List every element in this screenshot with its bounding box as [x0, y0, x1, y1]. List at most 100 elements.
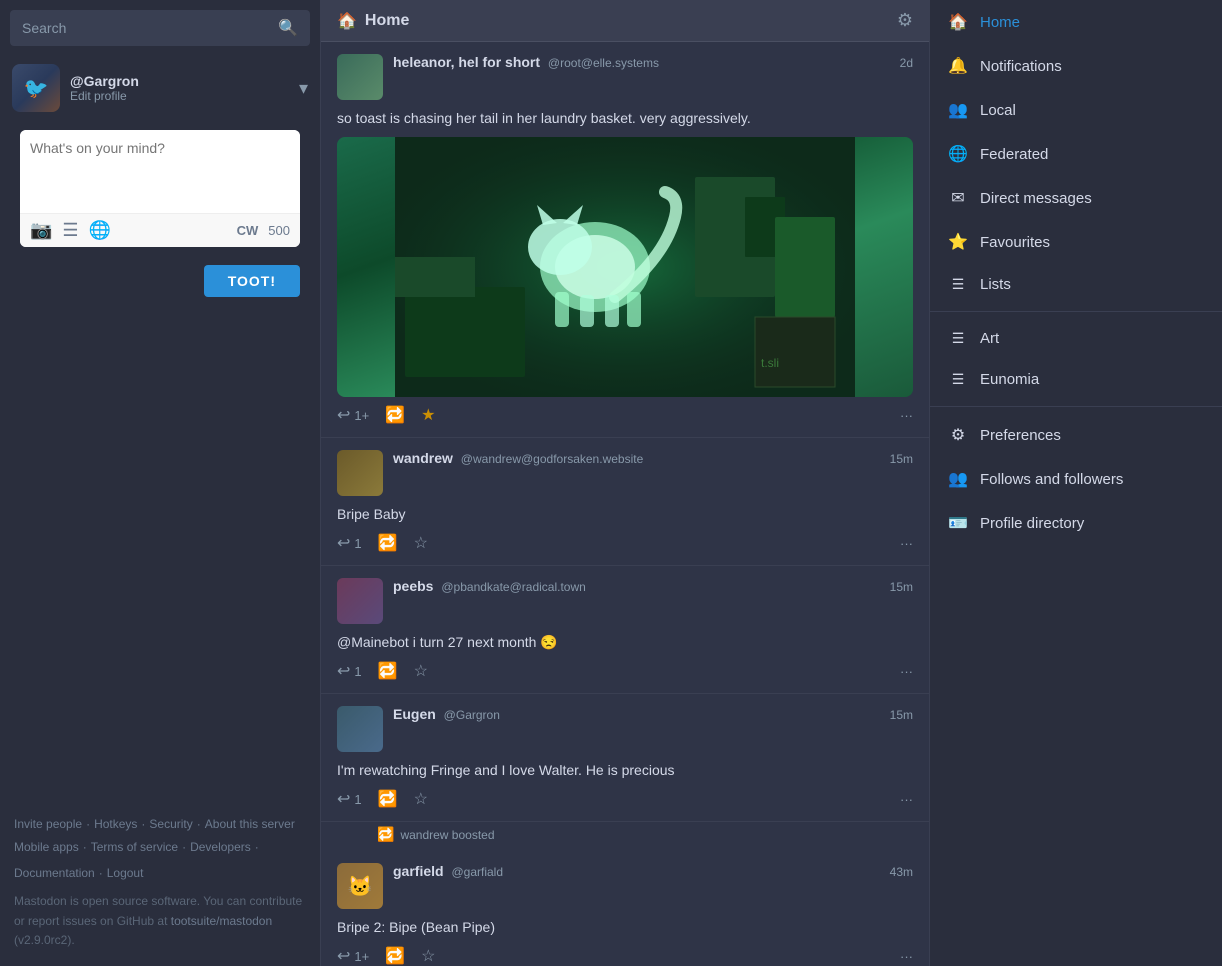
sidebar-item-eunomia[interactable]: ☰ Eunomia [930, 359, 1222, 400]
sidebar-item-home[interactable]: 🏠 Home [930, 0, 1222, 44]
boost-button[interactable]: 🔁 [378, 533, 398, 553]
globe-icon[interactable]: 🌐 [89, 220, 111, 241]
chevron-down-icon[interactable]: ▾ [299, 78, 308, 99]
more-button[interactable]: ··· [900, 949, 913, 964]
post-author-name: Eugen [393, 706, 436, 722]
table-row: Eugen @Gargron 15m I'm rewatching Fringe… [321, 694, 929, 822]
ellipsis-icon: ··· [900, 949, 913, 964]
compose-textarea[interactable] [20, 130, 300, 210]
developers-link[interactable]: Developers [190, 837, 251, 859]
post-header: 🐱 garfield @garfiald 43m [337, 863, 913, 909]
table-row: heleanor, hel for short @root@elle.syste… [321, 42, 929, 438]
table-row: wandrew @wandrew@godforsaken.website 15m… [321, 438, 929, 566]
reply-count: 1 [354, 664, 361, 679]
art-list-icon: ☰ [948, 330, 968, 347]
documentation-link[interactable]: Documentation [14, 863, 95, 885]
more-button[interactable]: ··· [900, 408, 913, 423]
boost-icon: 🔁 [378, 533, 398, 553]
boost-icon: 🔁 [378, 789, 398, 809]
reply-count: 1+ [354, 949, 369, 964]
invite-people-link[interactable]: Invite people [14, 814, 82, 836]
nav-divider [930, 311, 1222, 312]
post-meta: garfield @garfiald 43m [393, 863, 913, 879]
boost-button[interactable]: 🔁 [378, 789, 398, 809]
mail-icon: ✉ [948, 188, 968, 208]
post-actions: ↩ 1+ 🔁 ★ ··· [337, 405, 913, 425]
post-time: 15m [890, 452, 913, 466]
sidebar-item-label: Favourites [980, 234, 1050, 251]
left-sidebar: 🔍 🐦 @Gargron Edit profile ▾ 📷 ☰ 🌐 CW 500… [0, 0, 320, 966]
sidebar-item-label: Local [980, 102, 1016, 119]
post-header: Eugen @Gargron 15m [337, 706, 913, 752]
avatar: 🐦 [12, 64, 60, 112]
search-bar[interactable]: 🔍 [10, 10, 310, 46]
star-icon: ★ [421, 405, 435, 425]
reply-button[interactable]: ↩ 1+ [337, 405, 369, 425]
hotkeys-link[interactable]: Hotkeys [94, 814, 137, 836]
post-header: heleanor, hel for short @root@elle.syste… [337, 54, 913, 100]
more-button[interactable]: ··· [900, 664, 913, 679]
content-warning-button[interactable]: CW [237, 223, 259, 238]
home-icon: 🏠 [337, 11, 357, 31]
eunomia-list-icon: ☰ [948, 371, 968, 388]
sidebar-item-art[interactable]: ☰ Art [930, 318, 1222, 359]
sidebar-item-follows-followers[interactable]: 👥 Follows and followers [930, 457, 1222, 501]
footer-text: Mastodon is open source software. You ca… [14, 892, 306, 950]
post-meta: Eugen @Gargron 15m [393, 706, 913, 722]
sidebar-item-label: Follows and followers [980, 471, 1123, 488]
about-server-link[interactable]: About this server [205, 814, 295, 836]
edit-profile-link[interactable]: Edit profile [70, 89, 289, 103]
post-actions: ↩ 1 🔁 ☆ ··· [337, 533, 913, 553]
favourite-button[interactable]: ☆ [414, 533, 428, 553]
terms-link[interactable]: Terms of service [91, 837, 178, 859]
search-icon: 🔍 [278, 18, 298, 38]
char-counter: 500 [268, 223, 290, 238]
footer-links: Invite people · Hotkeys · Security · Abo… [14, 814, 306, 836]
security-link[interactable]: Security [149, 814, 192, 836]
post-meta: peebs @pbandkate@radical.town 15m [393, 578, 913, 594]
svg-text:t.sli: t.sli [761, 356, 779, 370]
github-link[interactable]: tootsuite/mastodon [171, 914, 272, 928]
sidebar-item-federated[interactable]: 🌐 Federated [930, 132, 1222, 176]
post-author-name: garfield [393, 863, 444, 879]
favourite-button[interactable]: ☆ [414, 661, 428, 681]
toot-button[interactable]: TOOT! [204, 265, 300, 297]
favourite-button[interactable]: ☆ [421, 946, 435, 966]
boost-button[interactable]: 🔁 [385, 946, 405, 966]
globe-icon: 🌐 [948, 144, 968, 164]
camera-icon[interactable]: 📷 [30, 220, 52, 241]
avatar-image: 🐦 [12, 64, 60, 112]
star-icon: ☆ [414, 661, 428, 681]
star-icon: ⭐ [948, 232, 968, 252]
reply-button[interactable]: ↩ 1 [337, 661, 362, 681]
more-button[interactable]: ··· [900, 792, 913, 807]
post-image-svg: t.sli [337, 137, 913, 397]
sidebar-item-local[interactable]: 👥 Local [930, 88, 1222, 132]
reply-button[interactable]: ↩ 1 [337, 789, 362, 809]
sidebar-item-direct-messages[interactable]: ✉ Direct messages [930, 176, 1222, 220]
search-input[interactable] [22, 20, 278, 36]
boost-button[interactable]: 🔁 [378, 661, 398, 681]
logout-link[interactable]: Logout [107, 863, 144, 885]
reply-button[interactable]: ↩ 1+ [337, 946, 369, 966]
table-row: 🐱 garfield @garfiald 43m Bripe 2: Bipe (… [321, 851, 929, 966]
avatar [337, 54, 383, 100]
sidebar-item-label: Profile directory [980, 515, 1084, 532]
sidebar-item-favourites[interactable]: ⭐ Favourites [930, 220, 1222, 264]
reply-button[interactable]: ↩ 1 [337, 533, 362, 553]
gear-icon: ⚙ [948, 425, 968, 445]
list-icon[interactable]: ☰ [62, 220, 78, 241]
post-meta: wandrew @wandrew@godforsaken.website 15m [393, 450, 913, 466]
mobile-apps-link[interactable]: Mobile apps [14, 837, 79, 859]
star-icon: ☆ [421, 946, 435, 966]
ellipsis-icon: ··· [900, 536, 913, 551]
sidebar-item-lists[interactable]: ☰ Lists [930, 264, 1222, 305]
boost-button[interactable]: 🔁 [385, 405, 405, 425]
favourite-button[interactable]: ★ [421, 405, 435, 425]
sidebar-item-preferences[interactable]: ⚙ Preferences [930, 413, 1222, 457]
settings-icon[interactable]: ⚙ [897, 10, 913, 31]
favourite-button[interactable]: ☆ [414, 789, 428, 809]
sidebar-item-profile-directory[interactable]: 🪪 Profile directory [930, 501, 1222, 545]
more-button[interactable]: ··· [900, 536, 913, 551]
sidebar-item-notifications[interactable]: 🔔 Notifications [930, 44, 1222, 88]
